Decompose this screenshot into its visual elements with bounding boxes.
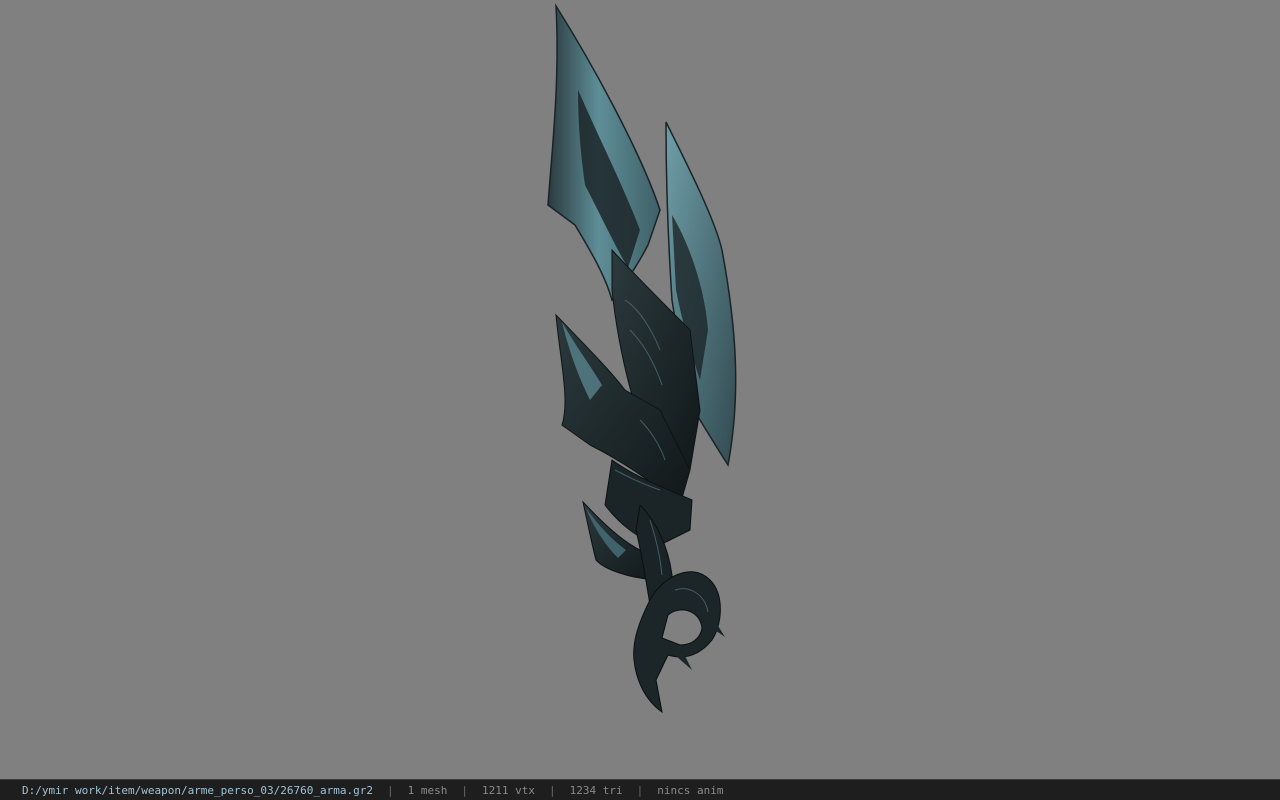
separator: | [461, 783, 468, 797]
triangle-count: 1234 tri [569, 783, 623, 797]
status-bar: D:/ymir work/item/weapon/arme_perso_03/2… [0, 779, 1280, 800]
vertex-count: 1211 vtx [482, 783, 535, 797]
model-viewport[interactable] [0, 0, 1280, 779]
anim-status: nincs anim [657, 783, 724, 797]
file-path: D:/ymir work/item/weapon/arme_perso_03/2… [22, 783, 373, 797]
separator: | [548, 783, 556, 797]
separator: | [636, 783, 644, 797]
hook [633, 571, 721, 714]
separator: | [387, 783, 394, 797]
mesh-count: 1 mesh [407, 783, 448, 797]
weapon-model [547, 3, 737, 714]
